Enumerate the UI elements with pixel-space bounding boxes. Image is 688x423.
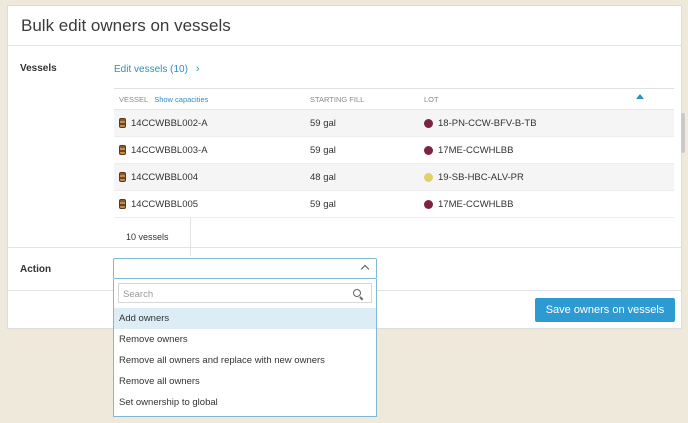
starting-fill: 59 gal: [310, 117, 336, 129]
modal-header: Bulk edit owners on vessels: [8, 6, 681, 46]
lot-code: 18-PN-CCW-BFV-B-TB: [438, 117, 537, 129]
table-row[interactable]: 14CCWBBL004 48 gal 19-SB-HBC-ALV-PR: [114, 164, 674, 191]
table-row[interactable]: 14CCWBBL002-A 59 gal 18-PN-CCW-BFV-B-TB: [114, 110, 674, 137]
sort-ascending-icon[interactable]: [636, 94, 644, 99]
option-add-owners[interactable]: Add owners: [114, 308, 376, 329]
footer-divider: [190, 218, 191, 256]
save-owners-button[interactable]: Save owners on vessels: [535, 298, 675, 322]
action-label: Action: [20, 264, 52, 275]
table-scrollbar[interactable]: [681, 113, 685, 153]
vessel-name: 14CCWBBL004: [131, 171, 199, 183]
action-dropdown-menu: Add owners Remove owners Remove all owne…: [113, 279, 377, 417]
action-select[interactable]: [113, 258, 377, 279]
table-row[interactable]: 14CCWBBL005 59 gal 17ME-CCWHLBB: [114, 191, 674, 218]
column-header-vessel[interactable]: VESSEL Show capacities: [119, 95, 208, 104]
vessels-label: Vessels: [20, 63, 57, 74]
divider: [8, 247, 681, 248]
lot-code: 17ME-CCWHLBB: [438, 198, 514, 210]
modal-title: Bulk edit owners on vessels: [21, 15, 231, 35]
table-footer: 10 vessels: [114, 218, 674, 256]
lot-color-dot-icon: [424, 199, 433, 209]
barrel-icon: [119, 199, 126, 209]
option-remove-owners[interactable]: Remove owners: [114, 329, 376, 350]
search-icon: [353, 289, 361, 297]
starting-fill: 59 gal: [310, 144, 336, 156]
option-set-global[interactable]: Set ownership to global: [114, 392, 376, 413]
table-row[interactable]: 14CCWBBL003-A 59 gal 17ME-CCWHLBB: [114, 137, 674, 164]
barrel-icon: [119, 145, 126, 155]
show-capacities-link[interactable]: Show capacities: [154, 95, 208, 104]
lot-code: 19-SB-HBC-ALV-PR: [438, 171, 524, 183]
vessel-name: 14CCWBBL003-A: [131, 144, 208, 156]
column-header-lot[interactable]: LOT: [424, 95, 439, 104]
vessel-count: 10 vessels: [126, 232, 169, 242]
column-header-starting-fill[interactable]: STARTING FILL: [310, 95, 364, 104]
vessel-name: 14CCWBBL002-A: [131, 117, 208, 129]
search-box[interactable]: [118, 283, 372, 303]
lot-color-dot-icon: [424, 118, 433, 128]
vessel-name: 14CCWBBL005: [131, 198, 199, 210]
barrel-icon: [119, 172, 126, 182]
starting-fill: 59 gal: [310, 198, 336, 210]
column-vessel-label: VESSEL: [119, 94, 149, 104]
option-remove-all-owners[interactable]: Remove all owners: [114, 371, 376, 392]
lot-color-dot-icon: [424, 145, 433, 155]
search-input[interactable]: [121, 285, 355, 303]
vessels-table: VESSEL Show capacities STARTING FILL LOT …: [114, 88, 674, 256]
lot-code: 17ME-CCWHLBB: [438, 144, 514, 156]
edit-vessels-label: Edit vessels (10): [114, 63, 188, 75]
table-header: VESSEL Show capacities STARTING FILL LOT: [114, 88, 674, 110]
chevron-right-icon: ›: [195, 63, 200, 75]
chevron-up-icon[interactable]: [360, 264, 370, 274]
barrel-icon: [119, 118, 126, 128]
starting-fill: 48 gal: [310, 171, 336, 183]
edit-vessels-link[interactable]: Edit vessels (10) ›: [114, 63, 200, 75]
option-replace-owners[interactable]: Remove all owners and replace with new o…: [114, 350, 376, 371]
lot-color-dot-icon: [424, 172, 433, 182]
